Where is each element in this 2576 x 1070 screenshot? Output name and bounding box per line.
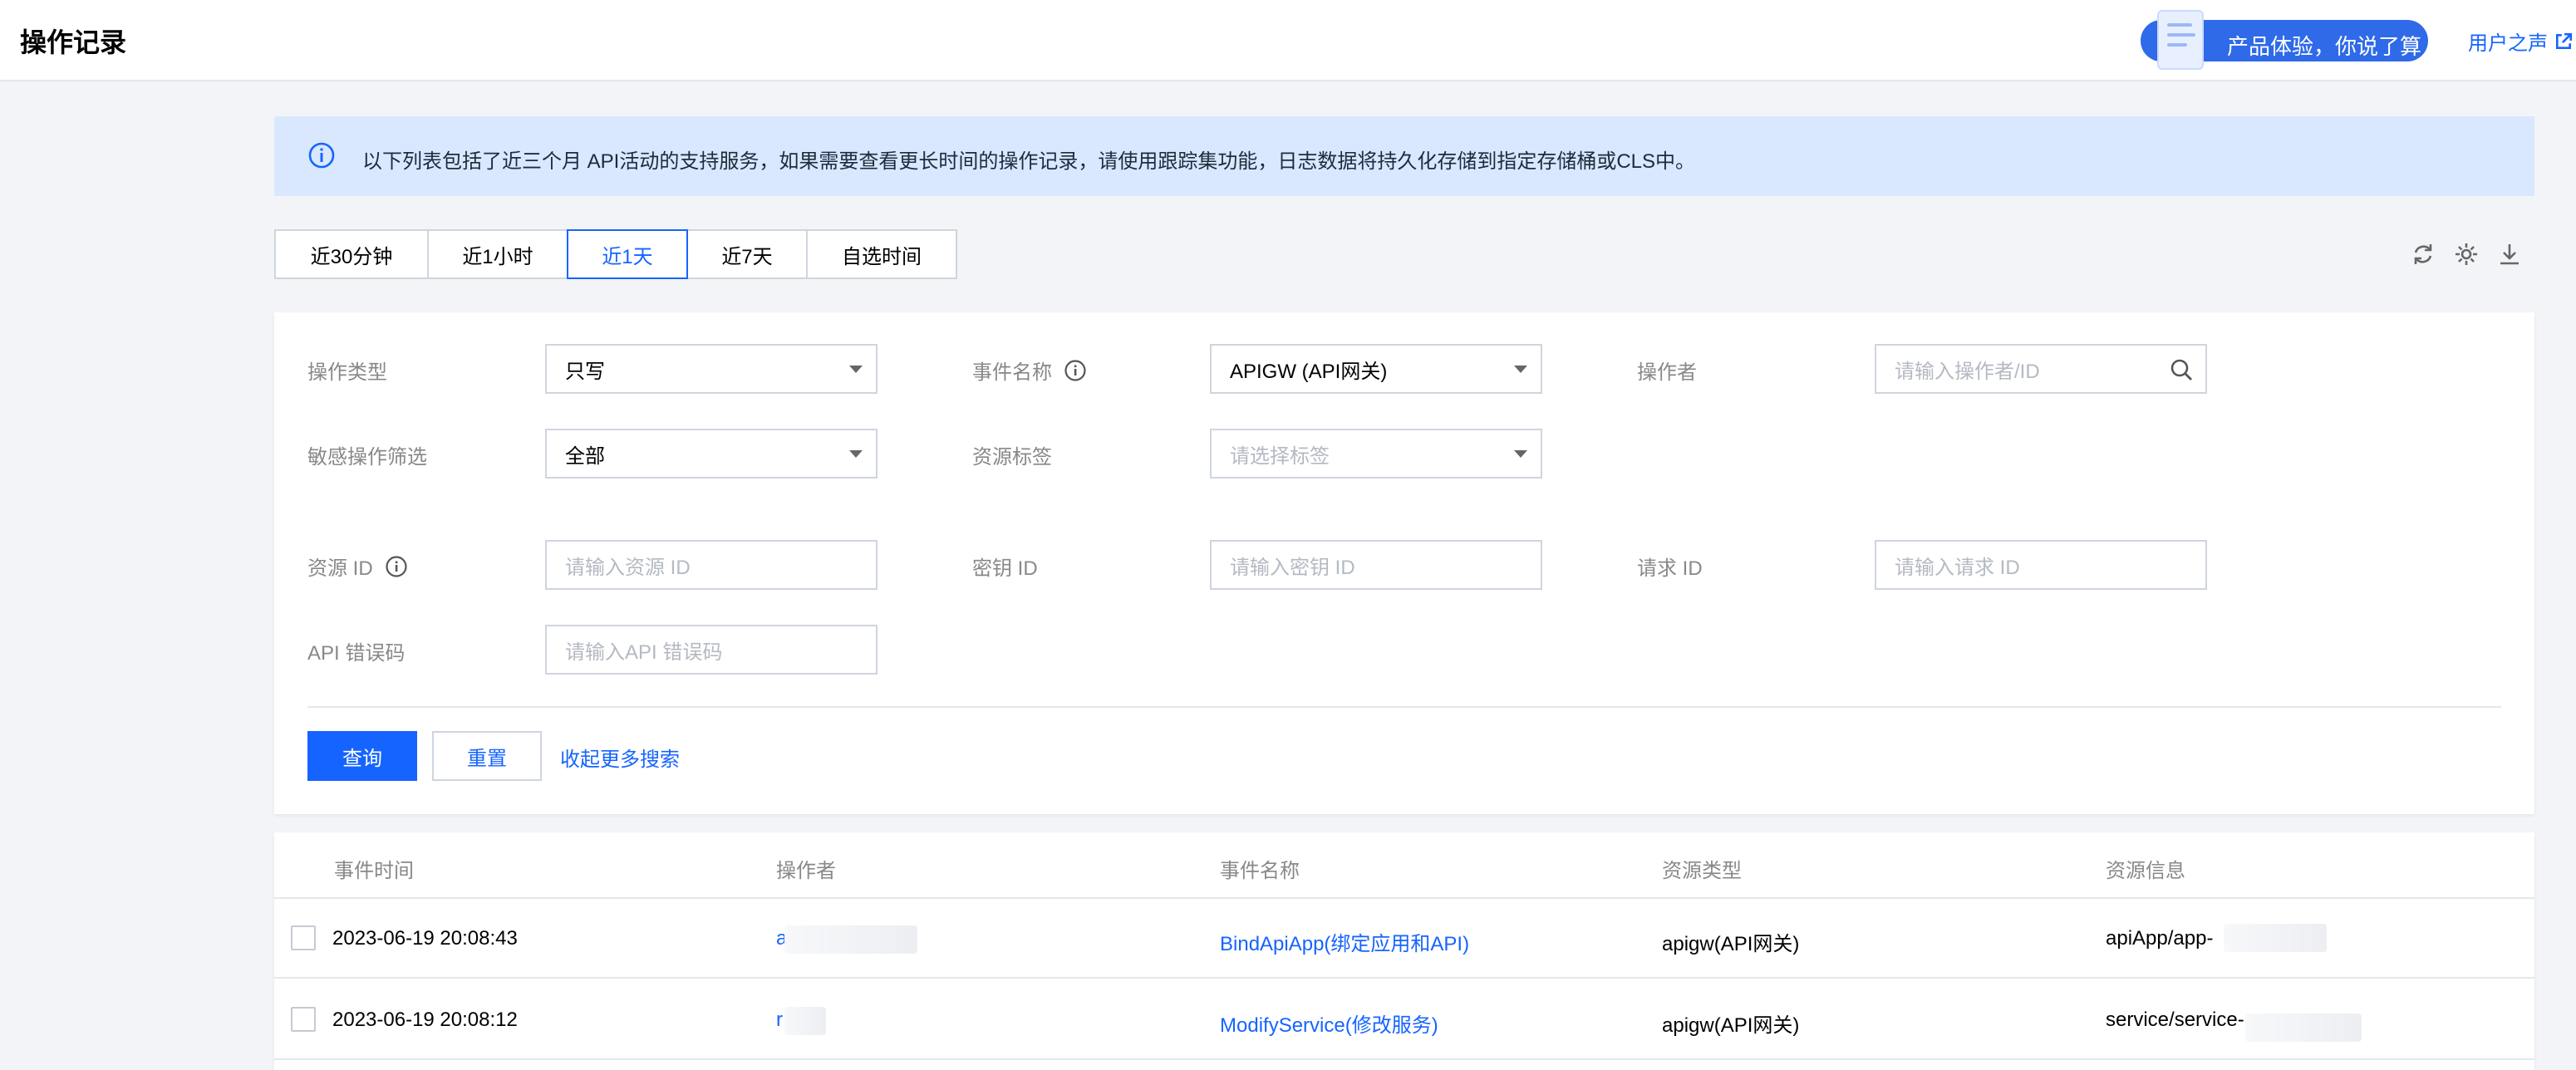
toolbar-icons xyxy=(2410,241,2523,268)
row-checkbox[interactable] xyxy=(291,925,316,950)
column-header-resource-info: 资源信息 xyxy=(2106,860,2185,882)
chevron-down-icon xyxy=(849,450,863,458)
time-range-tabs: 近30分钟 近1小时 近1天 近7天 自选时间 xyxy=(274,229,957,279)
column-header-event: 事件名称 xyxy=(1220,860,1300,882)
column-header-time: 事件时间 xyxy=(334,860,414,882)
table-row[interactable]: 2023-06-19 20:08:12 r ModifyService(修改服务… xyxy=(274,980,2534,1060)
event-time: 2023-06-19 20:08:43 xyxy=(332,927,518,950)
feedback-button[interactable]: 产品体验，你说了算 xyxy=(2141,10,2428,70)
info-banner: 以下列表包括了近三个月 API活动的支持服务，如果需要查看更长时间的操作记录，请… xyxy=(274,116,2534,196)
op-type-label: 操作类型 xyxy=(307,361,387,384)
divider xyxy=(307,706,2501,708)
tab-1day[interactable]: 近1天 xyxy=(567,229,688,279)
operator-link[interactable]: r xyxy=(776,1009,783,1032)
top-bar: 操作记录 产品体验，你说了算 用户之声 xyxy=(0,0,2576,81)
secret-id-label: 密钥 ID xyxy=(972,557,1038,580)
resource-info: service/service- xyxy=(2106,1009,2244,1031)
redacted-mask xyxy=(2245,1014,2362,1042)
event-name-link[interactable]: ModifyService(修改服务) xyxy=(1220,1009,1438,1038)
column-header-operator: 操作者 xyxy=(776,860,836,882)
event-name-link[interactable]: BindApiApp(绑定应用和API) xyxy=(1220,927,1469,956)
refresh-icon[interactable] xyxy=(2410,241,2436,268)
info-icon xyxy=(308,142,335,169)
banner-text: 以下列表包括了近三个月 API活动的支持服务，如果需要查看更长时间的操作记录，请… xyxy=(362,150,1696,173)
event-name-select[interactable]: APIGW (API网关) xyxy=(1210,344,1542,394)
resource-id-label: 资源 ID xyxy=(307,552,408,581)
row-checkbox[interactable] xyxy=(291,1007,316,1032)
redacted-mask xyxy=(784,1007,826,1035)
op-type-select[interactable]: 只写 xyxy=(545,344,878,394)
settings-icon[interactable] xyxy=(2453,241,2480,268)
feedback-label: 产品体验，你说了算 xyxy=(2227,34,2422,59)
operator-label: 操作者 xyxy=(1637,361,1697,384)
api-error-input[interactable]: 请输入API 错误码 xyxy=(545,625,878,675)
request-id-input[interactable]: 请输入请求 ID xyxy=(1875,540,2207,590)
filter-panel: 操作类型 只写 事件名称 APIGW (API网关) 操作者 请输入操作者/ID… xyxy=(274,312,2534,814)
table-row[interactable]: 2023-06-19 20:08:43 a BindApiApp(绑定应用和AP… xyxy=(274,899,2534,979)
tab-30min[interactable]: 近30分钟 xyxy=(274,229,429,279)
resource-id-input[interactable]: 请输入资源 ID xyxy=(545,540,878,590)
collapse-search-link[interactable]: 收起更多搜索 xyxy=(560,743,680,772)
search-icon[interactable] xyxy=(2169,357,2194,382)
user-voice-label: 用户之声 xyxy=(2468,32,2548,55)
operator-input[interactable]: 请输入操作者/ID xyxy=(1875,344,2207,394)
event-name-label: 事件名称 xyxy=(972,356,1087,385)
sensitive-filter-label: 敏感操作筛选 xyxy=(307,446,427,469)
resource-type: apigw(API网关) xyxy=(1662,933,1800,955)
records-table: 事件时间 操作者 事件名称 资源类型 资源信息 2023-06-19 20:08… xyxy=(274,832,2534,1070)
sensitive-filter-select[interactable]: 全部 xyxy=(545,429,878,479)
redacted-mask xyxy=(784,925,917,954)
user-voice-link[interactable]: 用户之声 xyxy=(2468,27,2573,56)
external-link-icon xyxy=(2555,32,2573,49)
column-header-resource-type: 资源类型 xyxy=(1662,860,1742,882)
tab-1hour[interactable]: 近1小时 xyxy=(427,229,568,279)
chevron-down-icon xyxy=(1514,450,1527,458)
tab-7days[interactable]: 近7天 xyxy=(686,229,808,279)
tab-custom-time[interactable]: 自选时间 xyxy=(806,229,957,279)
reset-button[interactable]: 重置 xyxy=(432,731,542,781)
info-icon xyxy=(386,555,407,577)
table-header: 事件时间 操作者 事件名称 资源类型 资源信息 xyxy=(274,832,2534,899)
api-error-label: API 错误码 xyxy=(307,642,406,665)
resource-type: apigw(API网关) xyxy=(1662,1014,1800,1037)
resource-info: apiApp/app- xyxy=(2106,927,2214,950)
secret-id-input[interactable]: 请输入密钥 ID xyxy=(1210,540,1542,590)
query-button[interactable]: 查询 xyxy=(307,731,417,781)
resource-tag-select[interactable]: 请选择标签 xyxy=(1210,429,1542,479)
resource-tag-label: 资源标签 xyxy=(972,446,1052,469)
chevron-down-icon xyxy=(1514,366,1527,373)
feedback-doc-icon xyxy=(2157,10,2204,70)
download-icon[interactable] xyxy=(2496,241,2523,268)
event-time: 2023-06-19 20:08:12 xyxy=(332,1009,518,1031)
info-icon xyxy=(1064,359,1086,381)
request-id-label: 请求 ID xyxy=(1637,557,1703,580)
redacted-mask xyxy=(2224,924,2327,952)
page-title: 操作记录 xyxy=(20,27,127,57)
chevron-down-icon xyxy=(849,366,863,373)
